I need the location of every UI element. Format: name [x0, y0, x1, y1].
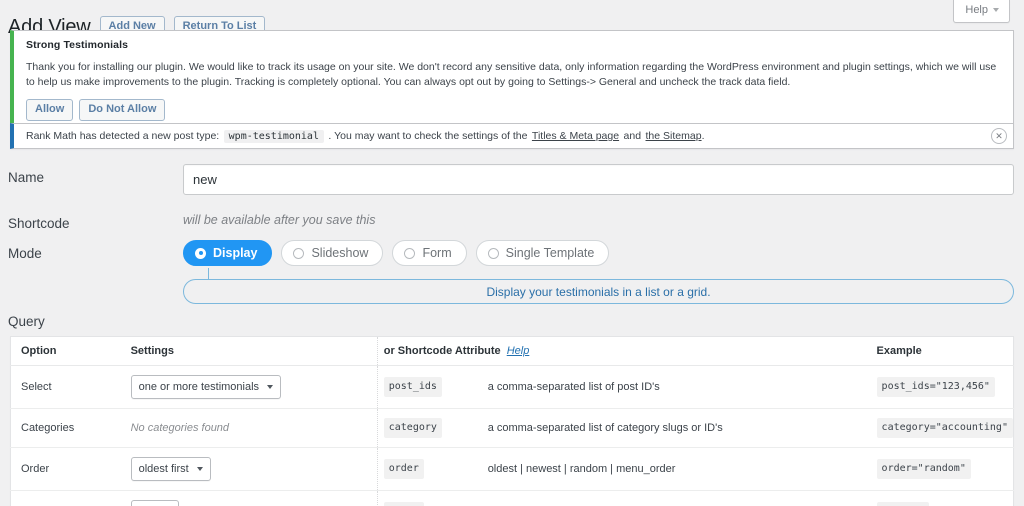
row-attribute: category — [377, 409, 487, 448]
mode-radio-group: Display Slideshow Form Single Template — [183, 240, 609, 266]
mode-label: Mode — [8, 240, 183, 264]
column-header-example: Example — [877, 337, 1014, 366]
do-not-allow-button[interactable]: Do Not Allow — [79, 99, 165, 121]
allow-button[interactable]: Allow — [26, 99, 73, 121]
radio-icon — [293, 248, 304, 259]
tracking-notice-title: Strong Testimonials — [26, 39, 1001, 52]
radio-icon — [404, 248, 415, 259]
attribute-code: order — [384, 459, 424, 479]
mode-row: Mode Display Slideshow Form Single Templ… — [8, 240, 1014, 266]
chevron-down-icon — [267, 385, 273, 389]
row-example: category="accounting" — [877, 409, 1014, 448]
mode-option-label: Slideshow — [311, 246, 368, 260]
select-testimonials-dropdown[interactable]: one or more testimonials — [131, 375, 281, 399]
column-header-attribute: or Shortcode Attribute Help — [377, 337, 876, 366]
rank-math-post-type: wpm-testimonial — [224, 130, 324, 143]
row-example: post_ids="123,456" — [877, 366, 1014, 409]
chevron-down-icon — [993, 8, 999, 12]
attribute-code: post_ids — [384, 377, 442, 397]
quantity-dropdown[interactable]: all — [131, 500, 179, 506]
attribute-code: category — [384, 418, 442, 438]
row-setting: No categories found — [131, 409, 378, 448]
mode-option-slideshow[interactable]: Slideshow — [281, 240, 383, 266]
select-value: one or more testimonials — [139, 379, 259, 395]
column-header-attribute-label: or Shortcode Attribute — [384, 345, 501, 357]
table-header-row: Option Settings or Shortcode Attribute He… — [11, 337, 1014, 366]
row-description: a comma-separated list of category slugs… — [488, 409, 877, 448]
row-setting: oldest first — [131, 448, 378, 491]
mode-option-label: Single Template — [506, 246, 595, 260]
attribute-help-link[interactable]: Help — [507, 345, 530, 357]
query-section-title: Query — [8, 313, 45, 331]
row-setting: one or more testimonials — [131, 366, 378, 409]
mode-description: Display your testimonials in a list or a… — [183, 279, 1014, 304]
column-header-settings: Settings — [131, 337, 378, 366]
titles-meta-page-link[interactable]: Titles & Meta page — [532, 129, 619, 143]
row-option: Quantity — [11, 491, 131, 506]
column-header-option: Option — [11, 337, 131, 366]
rank-math-text-and: and — [624, 129, 642, 143]
row-attribute: order — [377, 448, 487, 491]
example-code: post_ids="123,456" — [877, 377, 995, 397]
mode-option-label: Form — [422, 246, 451, 260]
row-description: oldest | newest | random | menu_order — [488, 448, 877, 491]
no-categories-message: No categories found — [131, 422, 229, 434]
example-code: order="random" — [877, 459, 971, 479]
table-row: Categories No categories found category … — [11, 409, 1014, 448]
row-attribute: count — [377, 491, 487, 506]
shortcode-row: Shortcode will be available after you sa… — [8, 210, 1014, 234]
name-row: Name — [8, 164, 1014, 195]
row-attribute: post_ids — [377, 366, 487, 409]
help-tab[interactable]: Help — [953, 0, 1010, 23]
tracking-notice: Strong Testimonials Thank you for instal… — [10, 30, 1014, 132]
rank-math-text-middle: . You may want to check the settings of … — [328, 129, 527, 143]
row-option: Select — [11, 366, 131, 409]
row-option: Order — [11, 448, 131, 491]
chevron-down-icon — [197, 467, 203, 471]
order-dropdown[interactable]: oldest first — [131, 457, 211, 481]
table-row: Quantity all count count=5 — [11, 491, 1014, 506]
tracking-notice-actions: Allow Do Not Allow — [26, 99, 1001, 121]
query-table: Option Settings or Shortcode Attribute He… — [10, 336, 1014, 506]
shortcode-label: Shortcode — [8, 210, 183, 234]
row-option: Categories — [11, 409, 131, 448]
admin-page: Help Add View Add New Return To List Str… — [0, 0, 1024, 506]
mode-option-label: Display — [213, 246, 257, 260]
select-value: oldest first — [139, 461, 189, 477]
example-code: count=5 — [877, 502, 929, 506]
name-label: Name — [8, 164, 183, 188]
row-example: order="random" — [877, 448, 1014, 491]
tracking-notice-body: Thank you for installing our plugin. We … — [26, 60, 1001, 90]
mode-option-form[interactable]: Form — [392, 240, 466, 266]
rank-math-notice: Rank Math has detected a new post type: … — [10, 123, 1014, 149]
table-row: Order oldest first order oldest | newest… — [11, 448, 1014, 491]
help-tab-label: Help — [965, 3, 988, 17]
radio-icon — [488, 248, 499, 259]
radio-icon — [195, 248, 206, 259]
mode-option-single-template[interactable]: Single Template — [476, 240, 610, 266]
row-setting: all — [131, 491, 378, 506]
row-example: count=5 — [877, 491, 1014, 506]
sitemap-link[interactable]: the Sitemap — [646, 129, 702, 143]
name-input[interactable] — [183, 164, 1014, 195]
row-description — [488, 491, 877, 506]
rank-math-text-before: Rank Math has detected a new post type: — [26, 129, 219, 143]
attribute-code: count — [384, 502, 424, 506]
close-circle-icon[interactable]: ✕ — [991, 128, 1007, 144]
rank-math-text-end: . — [702, 129, 705, 143]
mode-option-display[interactable]: Display — [183, 240, 272, 266]
shortcode-value: will be available after you save this — [183, 210, 375, 229]
table-row: Select one or more testimonials post_ids… — [11, 366, 1014, 409]
example-code: category="accounting" — [877, 418, 1013, 438]
row-description: a comma-separated list of post ID's — [488, 366, 877, 409]
